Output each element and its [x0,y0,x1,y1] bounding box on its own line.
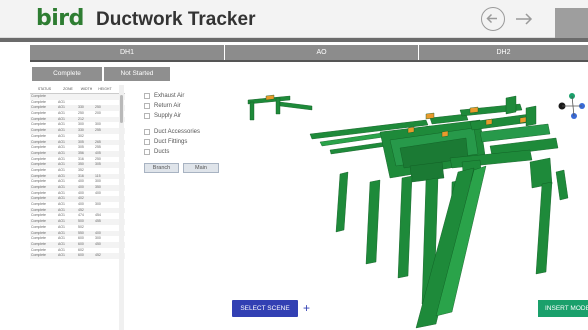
checkbox[interactable] [144,138,150,145]
axis-gizmo-icon [558,93,585,119]
filter-supply-air[interactable]: Supply Air [144,111,181,120]
bird-logo: bird [36,6,84,31]
tab-dh1[interactable]: DH1 [30,45,224,60]
table-cell: 600 [78,253,84,258]
page-title: Ductwork Tracker [96,9,256,30]
main-button[interactable]: Main [183,163,219,173]
filter-duct-accessories[interactable]: Duct Accessories [144,127,200,136]
app-header: bird Ductwork Tracker [0,0,588,38]
back-button[interactable] [481,7,505,31]
header-corner-block [555,8,588,38]
table-body: Complete Complete AO1 Complete AO1 330 250 Comp… [30,94,125,259]
table-scrollbar-thumb[interactable] [120,95,123,123]
checkbox[interactable] [144,148,150,155]
select-scene-button[interactable]: SELECT SCENE [232,300,298,317]
3d-viewport[interactable] [230,62,588,330]
filter-label: Ducts [154,148,170,155]
filter-label: Exhaust Air [154,92,185,99]
filter-exhaust-air[interactable]: Exhaust Air [144,91,184,100]
branch-button[interactable]: Branch [144,163,179,173]
checkbox[interactable] [144,92,150,99]
filter-label: Supply Air [154,112,182,119]
table-cell: AO1 [58,253,66,258]
arrow-right-icon [516,13,533,25]
ductwork-3d-model[interactable] [230,62,588,330]
tab-ao[interactable]: AO [225,45,418,60]
arrow-left-circle-icon [486,13,497,24]
table-header: STATUS ZONE WIDTH HEIGHT [30,85,125,94]
table-row[interactable]: Complete AO1 600 452 [30,253,125,259]
checkbox[interactable] [144,102,150,109]
checkbox[interactable] [144,128,150,135]
col-height[interactable]: HEIGHT [95,85,115,93]
duct-table: STATUS ZONE WIDTH HEIGHT Complete Complet… [30,85,125,330]
not-started-button[interactable]: Not Started [104,67,170,81]
filter-label: Duct Accessories [154,128,201,135]
filter-ducts[interactable]: Ducts [144,147,169,156]
forward-button[interactable] [512,7,536,31]
complete-button[interactable]: Complete [32,67,102,81]
filter-duct-fittings[interactable]: Duct Fittings [144,137,187,146]
col-width[interactable]: WIDTH [78,85,95,93]
table-cell: 452 [95,253,101,258]
table-cell: Complete [31,253,46,258]
filter-label: Duct Fittings [154,138,188,145]
checkbox[interactable] [144,112,150,119]
insert-mode-button[interactable]: INSERT MODE [538,300,588,317]
filter-return-air[interactable]: Return Air [144,101,181,110]
col-zone[interactable]: ZONE [58,85,78,93]
header-divider [0,38,588,42]
filter-label: Return Air [154,102,181,109]
plus-icon[interactable]: + [303,301,310,315]
tab-dh2[interactable]: DH2 [419,45,588,60]
col-status[interactable]: STATUS [30,85,58,93]
